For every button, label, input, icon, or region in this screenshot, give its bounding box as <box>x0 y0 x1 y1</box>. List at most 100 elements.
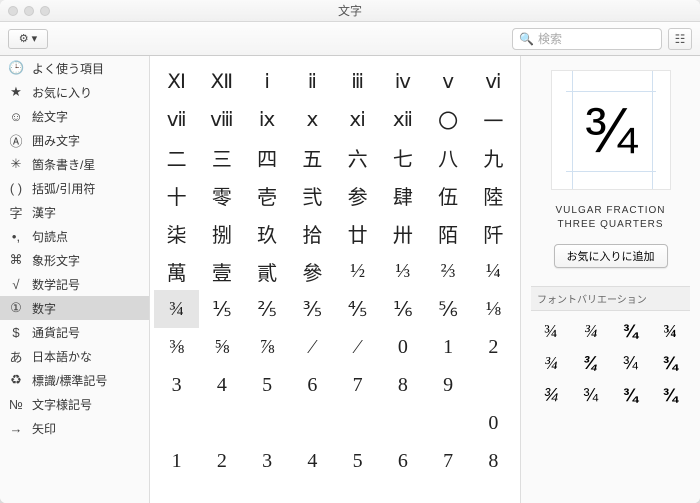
variation-cell[interactable]: ¾ <box>650 315 690 347</box>
grid-cell[interactable]: 〇 <box>426 100 471 138</box>
grid-cell[interactable]: ⅘ <box>335 290 380 328</box>
grid-cell[interactable]: ⅱ <box>290 62 335 100</box>
grid-cell[interactable]: 3 <box>245 442 290 480</box>
grid-cell[interactable]: 壹 <box>199 252 244 290</box>
add-favorite-button[interactable]: お気に入りに追加 <box>554 244 668 268</box>
grid-cell[interactable]: 6 <box>380 442 425 480</box>
variation-cell[interactable]: ¾ <box>531 315 571 347</box>
search-input[interactable]: 🔍 検索 <box>512 28 662 50</box>
grid-cell[interactable]: 玖 <box>245 214 290 252</box>
grid-cell[interactable]: 卅 <box>380 214 425 252</box>
sidebar-item[interactable]: √数学記号 <box>0 272 149 296</box>
grid-cell[interactable]: ⅞ <box>245 328 290 366</box>
grid-cell[interactable] <box>290 404 335 442</box>
grid-cell[interactable]: 5 <box>245 366 290 404</box>
grid-cell[interactable]: ⅝ <box>199 328 244 366</box>
sidebar-item[interactable]: $通貨記号 <box>0 320 149 344</box>
grid-cell[interactable]: 壱 <box>245 176 290 214</box>
grid-cell[interactable] <box>245 404 290 442</box>
grid-cell[interactable]: 伍 <box>426 176 471 214</box>
grid-cell[interactable]: 9 <box>426 366 471 404</box>
grid-cell[interactable]: 7 <box>335 366 380 404</box>
grid-cell[interactable]: 柒 <box>154 214 199 252</box>
grid-cell[interactable]: ⅹ <box>290 100 335 138</box>
grid-cell[interactable]: 一 <box>471 100 516 138</box>
grid-cell[interactable]: 陸 <box>471 176 516 214</box>
variation-cell[interactable]: ¾ <box>650 347 690 379</box>
grid-cell[interactable]: 四 <box>245 138 290 176</box>
sidebar-item[interactable]: →矢印 <box>0 416 149 440</box>
grid-cell[interactable]: ⅚ <box>426 290 471 328</box>
grid-cell[interactable]: 拾 <box>290 214 335 252</box>
grid-cell[interactable]: ⅖ <box>245 290 290 328</box>
grid-cell[interactable]: ⁄ <box>290 328 335 366</box>
grid-cell[interactable]: ⅙ <box>380 290 425 328</box>
grid-cell[interactable]: ⅔ <box>426 252 471 290</box>
sidebar-item[interactable]: Ⓐ囲み文字 <box>0 128 149 152</box>
grid-cell[interactable]: ⅻ <box>380 100 425 138</box>
character-grid[interactable]: ⅪⅫⅰⅱⅲⅳⅴⅵⅶⅷⅸⅹⅺⅻ〇一二三四五六七八九十零壱弐参肆伍陸柒捌玖拾廿卅陌阡… <box>150 56 520 503</box>
grid-cell[interactable]: ⅴ <box>426 62 471 100</box>
grid-cell[interactable]: 陌 <box>426 214 471 252</box>
sidebar-item[interactable]: 🕒よく使う項目 <box>0 56 149 80</box>
grid-cell[interactable]: 六 <box>335 138 380 176</box>
grid-cell[interactable]: ¾ <box>154 290 199 328</box>
grid-cell[interactable]: ⁄ <box>335 328 380 366</box>
grid-cell[interactable]: 萬 <box>154 252 199 290</box>
variation-cell[interactable]: ¾ <box>531 347 571 379</box>
grid-cell[interactable]: ⅶ <box>154 100 199 138</box>
variation-cell[interactable]: ¾ <box>611 315 651 347</box>
sidebar-item[interactable]: ✳箇条書き/星 <box>0 152 149 176</box>
grid-cell[interactable]: ¼ <box>471 252 516 290</box>
grid-cell[interactable]: 2 <box>471 328 516 366</box>
grid-cell[interactable]: 七 <box>380 138 425 176</box>
grid-cell[interactable]: 肆 <box>380 176 425 214</box>
view-toggle-button[interactable]: ☷ <box>668 28 692 50</box>
grid-cell[interactable] <box>426 404 471 442</box>
grid-cell[interactable]: 0 <box>380 328 425 366</box>
grid-cell[interactable]: ⅸ <box>245 100 290 138</box>
grid-cell[interactable]: 7 <box>426 442 471 480</box>
grid-cell[interactable] <box>380 404 425 442</box>
grid-cell[interactable]: 十 <box>154 176 199 214</box>
variation-cell[interactable]: ¾ <box>611 379 651 411</box>
grid-cell[interactable]: ⅷ <box>199 100 244 138</box>
sidebar-item[interactable]: あ日本語かな <box>0 344 149 368</box>
grid-cell[interactable]: 参 <box>335 176 380 214</box>
grid-cell[interactable]: ⅓ <box>380 252 425 290</box>
variation-cell[interactable]: ¾ <box>650 379 690 411</box>
grid-cell[interactable]: 4 <box>199 366 244 404</box>
sidebar-item[interactable]: ①数字 <box>0 296 149 320</box>
grid-cell[interactable]: 參 <box>290 252 335 290</box>
grid-cell[interactable]: ½ <box>335 252 380 290</box>
grid-cell[interactable]: ⅗ <box>290 290 335 328</box>
grid-cell[interactable]: 九 <box>471 138 516 176</box>
grid-cell[interactable]: ⅺ <box>335 100 380 138</box>
variation-cell[interactable]: ¾ <box>571 315 611 347</box>
grid-cell[interactable]: 八 <box>426 138 471 176</box>
grid-cell[interactable]: 4 <box>290 442 335 480</box>
grid-cell[interactable]: 1 <box>426 328 471 366</box>
grid-cell[interactable]: 5 <box>335 442 380 480</box>
grid-cell[interactable]: 貳 <box>245 252 290 290</box>
grid-cell[interactable]: ⅲ <box>335 62 380 100</box>
grid-cell[interactable]: ⅳ <box>380 62 425 100</box>
grid-cell[interactable] <box>335 404 380 442</box>
grid-cell[interactable]: 弐 <box>290 176 335 214</box>
sidebar-item[interactable]: ⌘象形文字 <box>0 248 149 272</box>
variation-cell[interactable]: ¾ <box>531 379 571 411</box>
sidebar-item[interactable]: №文字様記号 <box>0 392 149 416</box>
grid-cell[interactable]: 三 <box>199 138 244 176</box>
grid-cell[interactable]: ⅵ <box>471 62 516 100</box>
grid-cell[interactable]: 廿 <box>335 214 380 252</box>
variation-cell[interactable]: ¾ <box>611 347 651 379</box>
variation-cell[interactable]: ¾ <box>571 379 611 411</box>
sidebar-item[interactable]: ( )括弧/引用符 <box>0 176 149 200</box>
sidebar-item[interactable]: ☺絵文字 <box>0 104 149 128</box>
sidebar-item[interactable]: 字漢字 <box>0 200 149 224</box>
grid-cell[interactable]: ⅛ <box>471 290 516 328</box>
grid-cell[interactable]: 捌 <box>199 214 244 252</box>
grid-cell[interactable] <box>471 366 516 404</box>
action-menu-button[interactable]: ⚙ ▾ <box>8 29 48 49</box>
sidebar-item[interactable]: ★お気に入り <box>0 80 149 104</box>
